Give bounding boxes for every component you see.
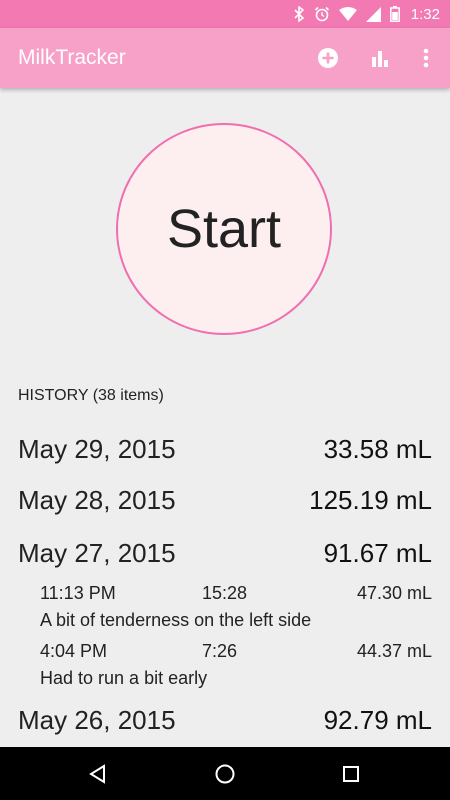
- start-button-label: Start: [166, 199, 282, 259]
- more-vert-icon: [423, 48, 429, 68]
- add-circle-icon: [318, 48, 338, 68]
- history-header: HISTORY (38 items): [18, 387, 164, 404]
- history-day-row[interactable]: May 26, 2015 92.79 mL: [18, 700, 432, 740]
- start-button[interactable]: Start: [116, 123, 332, 335]
- session-note: Had to run a bit early: [40, 668, 208, 688]
- day-amount: 92.79 mL: [323, 704, 432, 735]
- history-day-row[interactable]: May 29, 2015 33.58 mL: [18, 429, 432, 469]
- history-day-row[interactable]: May 28, 2015 125.19 mL: [18, 480, 432, 520]
- app-bar: MilkTracker: [0, 28, 450, 88]
- session-time: 11:13 PM: [40, 583, 116, 603]
- alarm-icon: [314, 6, 330, 22]
- signal-icon: [365, 6, 381, 22]
- session-time: 4:04 PM: [40, 641, 108, 661]
- navigation-bar: [0, 747, 450, 800]
- home-icon: [215, 764, 235, 784]
- day-amount: 91.67 mL: [323, 537, 432, 568]
- app-title: MilkTracker: [18, 46, 126, 69]
- back-button[interactable]: [83, 759, 113, 789]
- back-icon: [89, 764, 105, 784]
- bar-chart-icon: [372, 51, 388, 67]
- day-amount: 33.58 mL: [323, 433, 432, 464]
- battery-icon: [389, 6, 400, 22]
- recents-icon: [343, 766, 359, 782]
- recents-button[interactable]: [336, 759, 366, 789]
- session-volume: 44.37 mL: [356, 641, 432, 661]
- status-time: 1:32: [410, 5, 440, 23]
- bluetooth-icon: [293, 6, 305, 22]
- session-duration: 15:28: [202, 583, 248, 603]
- add-button[interactable]: [314, 44, 342, 72]
- overflow-menu-button[interactable]: [412, 44, 440, 72]
- session-volume: 47.30 mL: [356, 583, 432, 603]
- wifi-icon: [338, 7, 357, 21]
- home-button[interactable]: [210, 759, 240, 789]
- session-note: A bit of tenderness on the left side: [40, 610, 312, 630]
- history-day-row[interactable]: May 27, 2015 91.67 mL: [18, 533, 432, 573]
- stats-button[interactable]: [366, 44, 394, 72]
- day-date: May 28, 2015: [18, 484, 176, 515]
- day-date: May 29, 2015: [18, 433, 176, 464]
- day-amount: 125.19 mL: [309, 484, 432, 515]
- day-date: May 26, 2015: [18, 704, 176, 735]
- session-duration: 7:26: [202, 641, 238, 661]
- status-bar: 1:32: [0, 0, 450, 28]
- status-icons: 1:32: [293, 4, 440, 24]
- day-date: May 27, 2015: [18, 537, 176, 568]
